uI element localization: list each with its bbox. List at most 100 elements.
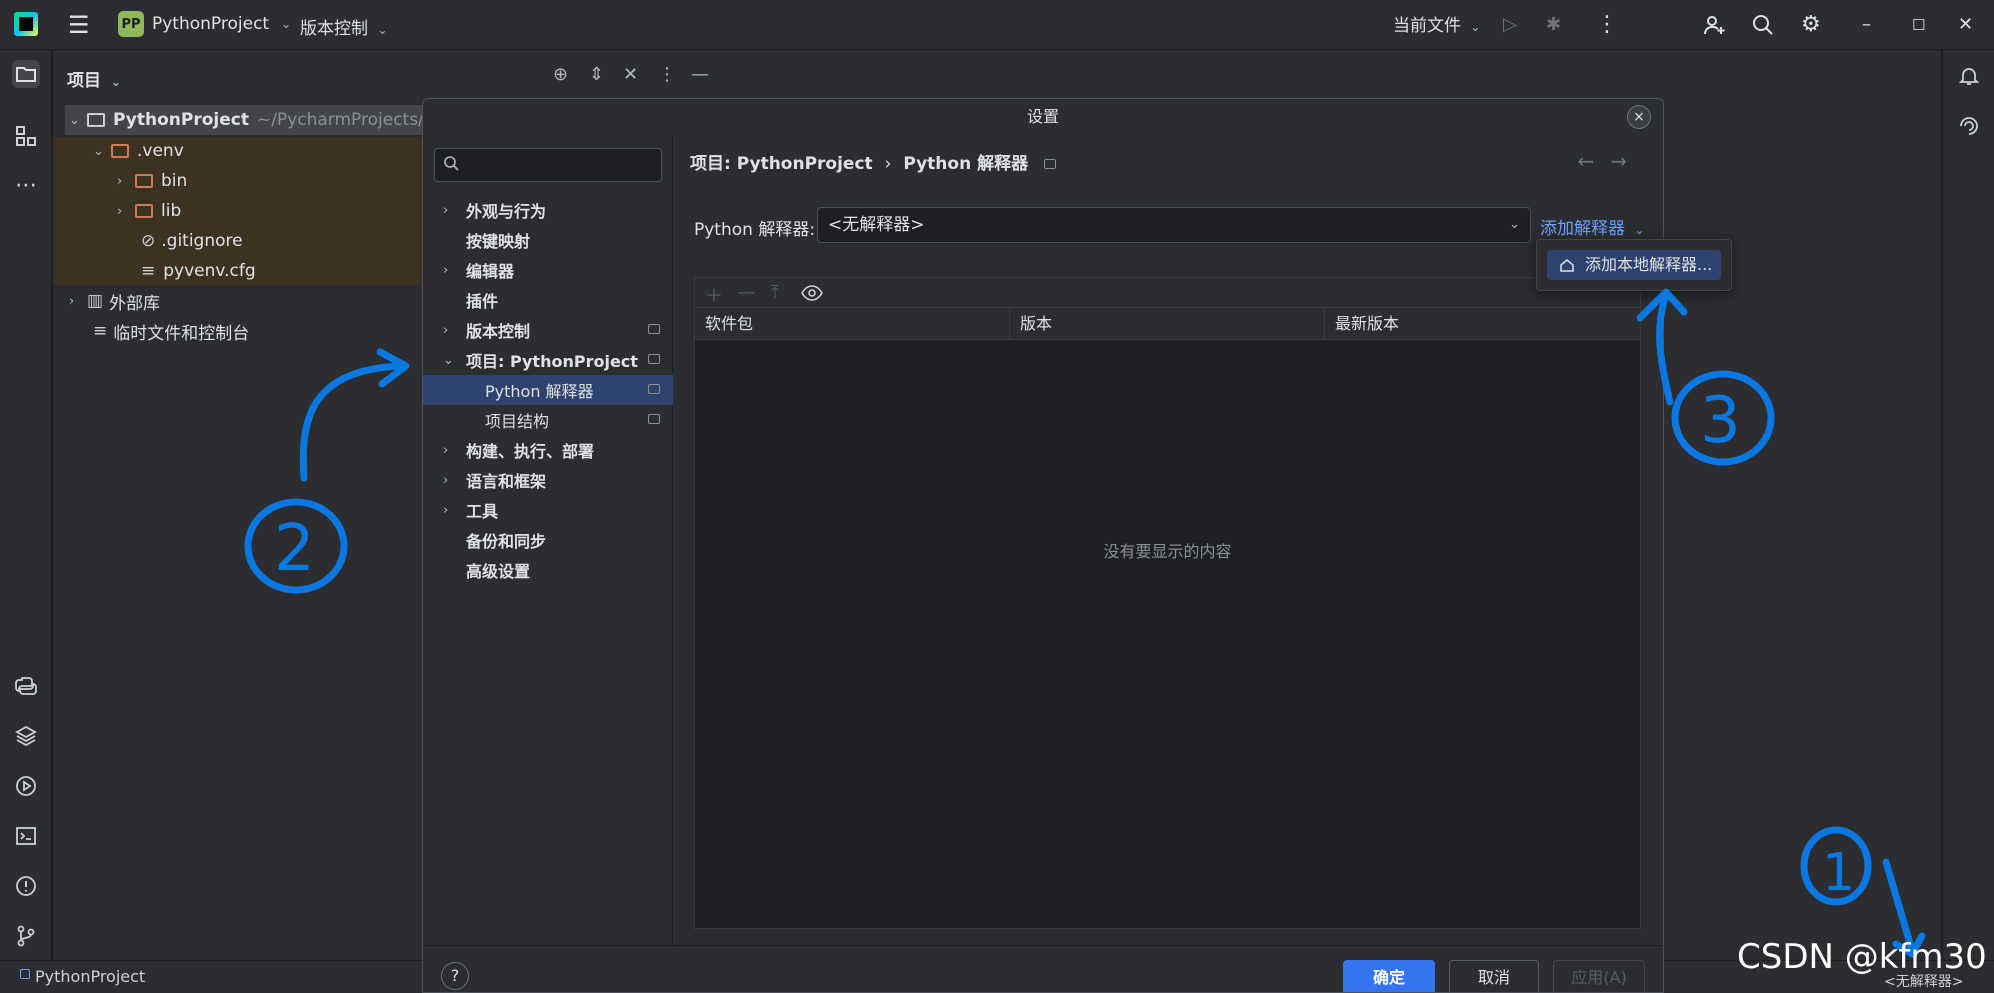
close-icon[interactable]: × xyxy=(1627,105,1651,129)
forward-arrow-icon[interactable]: → xyxy=(1610,149,1643,173)
chevron-right-icon: › xyxy=(443,472,449,488)
status-project[interactable]: PythonProject xyxy=(35,967,145,986)
options-icon[interactable]: ⋮ xyxy=(658,64,676,85)
services-icon[interactable] xyxy=(12,772,40,800)
col-version[interactable]: 版本 xyxy=(1010,308,1325,340)
add-user-icon[interactable] xyxy=(1702,13,1726,43)
nav-vcs[interactable]: › 版本控制 xyxy=(423,315,673,345)
tree-item-root[interactable]: ⌄ PythonProject ~/PycharmProjects/Pyt xyxy=(65,105,475,135)
chevron-right-icon: › xyxy=(117,173,123,189)
remove-package-icon[interactable]: — xyxy=(737,282,755,303)
nav-languages[interactable]: › 语言和框架 xyxy=(423,465,673,495)
packages-header: 软件包 版本 最新版本 xyxy=(695,308,1640,340)
chevron-right-icon: › xyxy=(443,262,449,278)
chevron-right-icon: › xyxy=(443,442,449,458)
nav-project-structure[interactable]: 项目结构 xyxy=(423,405,673,435)
nav-python-interpreter[interactable]: Python 解释器 xyxy=(423,375,673,405)
ok-button[interactable]: 确定 xyxy=(1343,960,1435,992)
nav-advanced[interactable]: 高级设置 xyxy=(423,555,673,585)
nav-keymap[interactable]: 按键映射 xyxy=(423,225,673,255)
locate-icon[interactable]: ⊕ xyxy=(553,64,568,85)
back-arrow-icon[interactable]: ← xyxy=(1577,149,1610,173)
settings-gear-icon[interactable]: ⚙ xyxy=(1801,13,1821,37)
expand-all-icon[interactable]: ⇕ xyxy=(589,64,604,85)
run-icon[interactable]: ▷ xyxy=(1503,13,1517,37)
terminal-icon[interactable] xyxy=(12,822,40,850)
nav-backup[interactable]: 备份和同步 xyxy=(423,525,673,555)
chevron-down-icon: ⌄ xyxy=(110,75,121,89)
help-button[interactable]: ? xyxy=(441,962,469,990)
project-scope-icon xyxy=(1044,159,1057,169)
interpreter-select[interactable]: <无解释器> ⌄ xyxy=(817,207,1531,243)
chevron-right-icon: › xyxy=(443,202,449,218)
nav-plugins[interactable]: 插件 xyxy=(423,285,673,315)
more-actions-icon[interactable]: ⋮ xyxy=(1596,13,1618,37)
settings-search-input[interactable] xyxy=(434,148,662,182)
close-window-icon[interactable]: ✕ xyxy=(1958,13,1973,37)
project-panel-title[interactable]: 项目 ⌄ xyxy=(67,66,121,91)
library-icon: ▥ xyxy=(87,291,104,311)
folder-icon xyxy=(135,204,153,218)
debug-icon[interactable]: ✱ xyxy=(1546,13,1561,37)
scratches-icon: ≡ xyxy=(93,321,108,341)
collapse-all-icon[interactable]: ✕ xyxy=(623,64,638,85)
ignored-file-icon: ⊘ xyxy=(141,231,156,251)
ai-assistant-icon[interactable] xyxy=(1955,112,1983,140)
show-early-releases-eye-icon[interactable] xyxy=(801,282,823,307)
search-icon[interactable] xyxy=(1751,13,1775,43)
project-scope-icon xyxy=(648,384,660,394)
more-tools-icon[interactable]: ⋯ xyxy=(12,172,40,200)
dialog-footer: ? 确定 取消 应用(A) xyxy=(423,945,1663,992)
nav-project[interactable]: ⌄ 项目: PythonProject xyxy=(423,345,673,375)
tree-item-lib[interactable]: › lib xyxy=(117,196,181,226)
tree-item-pyvenv[interactable]: ≡ pyvenv.cfg xyxy=(141,256,256,286)
root-name: PythonProject xyxy=(113,110,249,130)
packages-toolbar: ＋ — ⤒ xyxy=(695,278,1640,308)
maximize-icon[interactable]: ☐ xyxy=(1912,13,1925,37)
python-packages-icon[interactable] xyxy=(12,722,40,750)
tree-item-external-libs[interactable]: › ▥ 外部库 xyxy=(69,286,160,316)
add-local-interpreter-item[interactable]: 添加本地解释器... xyxy=(1547,250,1721,280)
tree-item-bin[interactable]: › bin xyxy=(117,166,187,196)
upgrade-package-icon[interactable]: ⤒ xyxy=(771,282,779,303)
pycharm-logo-icon xyxy=(14,12,38,36)
chevron-right-icon: › xyxy=(117,203,123,219)
packages-table: ＋ — ⤒ 软件包 版本 最新版本 没有要显示的内容 xyxy=(694,277,1641,929)
nav-editor[interactable]: › 编辑器 xyxy=(423,255,673,285)
vcs-label: 版本控制 xyxy=(300,19,368,39)
tree-item-gitignore[interactable]: ⊘ .gitignore xyxy=(141,226,243,256)
tree-item-venv[interactable]: ⌄ .venv xyxy=(93,136,184,166)
nav-tools[interactable]: › 工具 xyxy=(423,495,673,525)
problems-icon[interactable] xyxy=(12,872,40,900)
back-forward-arrows[interactable]: ←→ xyxy=(1577,149,1643,173)
minimize-icon[interactable]: – xyxy=(1862,13,1871,37)
nav-appearance[interactable]: › 外观与行为 xyxy=(423,195,673,225)
title-bar: ☰ PP PythonProject ⌄ 版本控制 ⌄ 当前文件 ⌄ ▷ ✱ ⋮… xyxy=(0,0,1994,50)
main-menu-icon[interactable]: ☰ xyxy=(68,13,90,37)
add-interpreter-link[interactable]: 添加解释器 ⌄ xyxy=(1540,214,1644,239)
dialog-body: › 外观与行为 按键映射 › 编辑器 插件 › 版本控制 ⌄ 项目: PythonPro… xyxy=(423,135,1663,945)
notifications-bell-icon[interactable] xyxy=(1955,62,1983,90)
tree-item-scratches[interactable]: ≡ 临时文件和控制台 xyxy=(93,316,249,346)
run-config-selector[interactable]: 当前文件 ⌄ xyxy=(1393,14,1480,39)
project-switcher[interactable]: PP PythonProject ⌄ xyxy=(118,11,291,37)
col-latest-version[interactable]: 最新版本 xyxy=(1325,308,1642,340)
git-icon[interactable] xyxy=(12,922,40,950)
settings-sidebar: › 外观与行为 按键映射 › 编辑器 插件 › 版本控制 ⌄ 项目: PythonPro… xyxy=(423,135,673,945)
chevron-down-icon: ⌄ xyxy=(1509,217,1520,232)
col-package[interactable]: 软件包 xyxy=(695,308,1010,340)
add-package-icon[interactable]: ＋ xyxy=(705,282,723,308)
chevron-down-icon: ⌄ xyxy=(93,143,104,159)
project-folder-icon[interactable] xyxy=(12,60,40,88)
nav-build[interactable]: › 构建、执行、部署 xyxy=(423,435,673,465)
left-tool-strip: ⋯ xyxy=(0,50,52,960)
chevron-right-icon: › xyxy=(69,293,75,309)
chevron-right-icon: › xyxy=(443,502,449,518)
structure-icon[interactable] xyxy=(12,122,40,150)
settings-dialog: 设置 × › 外观与行为 按键映射 › 编辑器 插件 › 版本控制 ⌄ 项目: Pyth… xyxy=(422,98,1664,993)
python-console-icon[interactable] xyxy=(12,672,40,700)
apply-button[interactable]: 应用(A) xyxy=(1553,960,1645,992)
hide-panel-icon[interactable]: — xyxy=(691,64,709,85)
vcs-menu[interactable]: 版本控制 ⌄ xyxy=(300,14,387,39)
cancel-button[interactable]: 取消 xyxy=(1449,960,1539,992)
